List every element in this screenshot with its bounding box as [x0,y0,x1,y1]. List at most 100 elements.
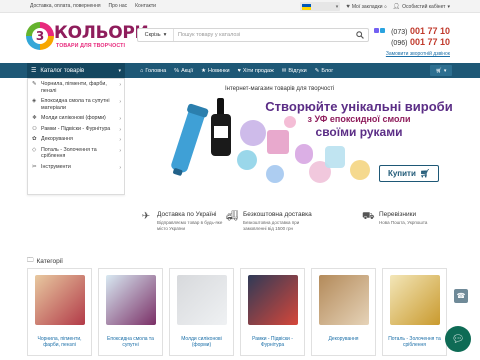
nav-item-4[interactable]: ✉ Відгуки [282,68,307,74]
nav-item-label: Головна [145,67,167,74]
hero-line-3: своїми руками [315,125,403,139]
catalog-menu-item[interactable]: ❖ Молди силіконові (форми) › [28,113,124,124]
decor-icon: ✿ [32,136,37,142]
catalog-menu-label: Поталь - Золочення та сріблення [41,146,97,160]
search-input[interactable] [174,29,352,41]
category-card[interactable]: Чорнила, пігменти, фарби, пензлі [27,268,92,356]
account-link[interactable]: 👤︎ Особистий кабінет ▾ [392,3,450,11]
uv-lamp-icon [171,103,209,176]
logo-title: КОЛЬОРИ [54,23,149,43]
category-grid: Чорнила, пігменти, фарби, пензлі Епоксидн… [27,268,453,356]
frame-icon: ⚇ [32,125,37,132]
catalog-menu-item[interactable]: ✿ Декорування › [28,134,124,145]
chevron-down-icon: ▾ [335,3,339,10]
phone-2[interactable]: (096) 001 77 10 [391,37,450,47]
category-card[interactable]: Поталь - Золочення та сріблення [382,268,447,356]
heart-icon: ♥ [346,3,350,10]
hero-headline: Створюйте унікальні вироби з УФ епоксидн… [249,100,455,139]
percent-icon: % [174,67,180,74]
telegram-icon[interactable] [380,28,385,33]
resin-icon: ◈ [32,98,37,104]
nav-item-label: Новинки [208,67,230,74]
cart-button[interactable]: 🛒︎ ▾ [430,65,452,76]
nav-item-5[interactable]: ✎ Блог [315,68,334,74]
hero-banner: Інтернет-магазин товарів для творчості С… [125,78,455,195]
user-icon: 👤︎ [392,4,401,10]
chevron-right-icon: › [119,99,121,105]
phone-1[interactable]: (073) 001 77 10 [391,26,450,36]
language-selector[interactable]: ▾ [300,2,341,11]
catalog-menu-item[interactable]: ◈ Епоксидна смола та супутні матеріали › [28,96,124,113]
brush-icon: ✎ [32,81,37,87]
catalog-menu-item[interactable]: ✂ Інструменти › [28,162,124,173]
catalog-menu-item[interactable]: ⚇ Рамки - Підвіски - Фурнітура › [28,124,124,135]
chevron-down-icon: ▾ [443,67,447,74]
catalog-menu-label: Рамки - Підвіски - Фурнітура [41,125,111,132]
search-button[interactable] [352,29,368,41]
plane-icon: ✈ [141,211,151,222]
ukraine-flag-icon [302,3,312,10]
category-card[interactable]: Декорування [311,268,376,356]
hero-top-text: Інтернет-магазин товарів для творчості [225,86,335,92]
wishlist-link[interactable]: ♥ Мої закладки 0 [346,4,386,10]
resin-bottle-icon [211,98,231,156]
nav-item-label: Відгуки [288,67,307,74]
nav-item-2[interactable]: ★ Новинки [201,68,229,74]
chevron-right-icon: › [119,164,121,171]
catalog-menu-button[interactable]: ☰ Каталог товарів ▾ [27,63,125,78]
phone-block: (073) 001 77 10 (096) 001 77 10 [374,26,450,50]
folder-icon: 🗀 [27,257,34,264]
catalog-menu-label: Епоксидна смола та супутні матеріали [41,98,110,111]
nav-item-1[interactable]: % Акції [174,68,193,74]
feature-delivery: ✈ Доставка по Україні Відправляємо товар… [140,211,227,231]
category-card[interactable]: Епоксидна смола та супутні [98,268,163,356]
chevron-right-icon: › [119,116,121,122]
catalog-menu-label: Декорування [41,136,73,142]
site-logo[interactable]: 3 КОЛЬОРИ ТОВАРИ ДЛЯ ТВОРЧОСТІ [26,22,149,52]
top-links: Доставка, оплата, повернення Про нас Кон… [30,3,156,9]
callback-link[interactable]: Замовити зворотній дзвінок [386,51,450,57]
feature-free-shipping: 🚚︎ Безкоштовна доставка Безкоштовна дост… [226,211,313,231]
viber-icon[interactable] [374,28,379,33]
menu-icon: ☰ [31,68,37,74]
feature-desc: Нова Пошта, Укрпошта [379,220,428,225]
wishlist-count: 0 [384,4,387,9]
category-name: Рамки - Підвіски - Фурнітура [252,336,293,348]
top-link-contacts[interactable]: Контакти [135,3,156,9]
truck-icon: 🚚︎ [226,211,239,222]
chevron-down-icon: ▾ [163,32,167,38]
category-name: Декорування [328,336,359,342]
chat-button[interactable]: 💬︎ [445,326,471,352]
new-icon: ★ [201,67,207,74]
scroll-to-top-button[interactable]: ☎ [454,289,468,303]
top-link-about[interactable]: Про нас [109,3,128,9]
nav-item-3[interactable]: ♥ Хіти продаж [238,68,274,74]
buy-button[interactable]: Купити 🛒︎ [379,165,439,182]
nav-item-0[interactable]: ⌂ Головна [140,68,166,74]
cart-icon: 🛒︎ [419,169,431,178]
logo-mark-icon: 3 [26,22,54,50]
tools-icon: ✂ [32,163,37,170]
feature-desc: Безкоштовна доставка при замовленні від … [243,220,300,231]
catalog-menu-item[interactable]: ◇ Поталь - Золочення та сріблення › [28,145,124,162]
chevron-right-icon: › [119,137,121,143]
features-strip: ✈ Доставка по Україні Відправляємо товар… [0,203,480,245]
home-icon: ⌂ [140,67,144,74]
main-nav: ☰ Каталог товарів ▾ ⌂ Головна% Акції ★ Новин… [0,63,480,78]
category-name: Молди силіконові (форми) [181,336,222,348]
wishlist-label: Мої закладки [351,3,383,10]
catalog-menu-label: Інструменти [41,163,71,170]
nav-item-label: Хіти продаж [242,67,274,74]
categories-heading: 🗀 Категорії [27,256,63,267]
nav-item-label: Акції [181,67,194,74]
comments-icon: ✉ [281,67,287,74]
catalog-menu-item[interactable]: ✎ Чорнила, пігменти, фарби, пензлі › [28,79,124,96]
top-bar: Доставка, оплата, повернення Про нас Кон… [0,0,480,13]
search-category-select[interactable]: Скрізь ▾ [138,29,174,41]
chat-icon: 💬︎ [451,333,465,345]
top-link-delivery[interactable]: Доставка, оплата, повернення [30,3,101,9]
category-card[interactable]: Молди силіконові (форми) [169,268,234,356]
category-card[interactable]: Рамки - Підвіски - Фурнітура [240,268,305,356]
chevron-down-icon: ▾ [447,3,450,10]
feature-title: Безкоштовна доставка [243,211,312,218]
